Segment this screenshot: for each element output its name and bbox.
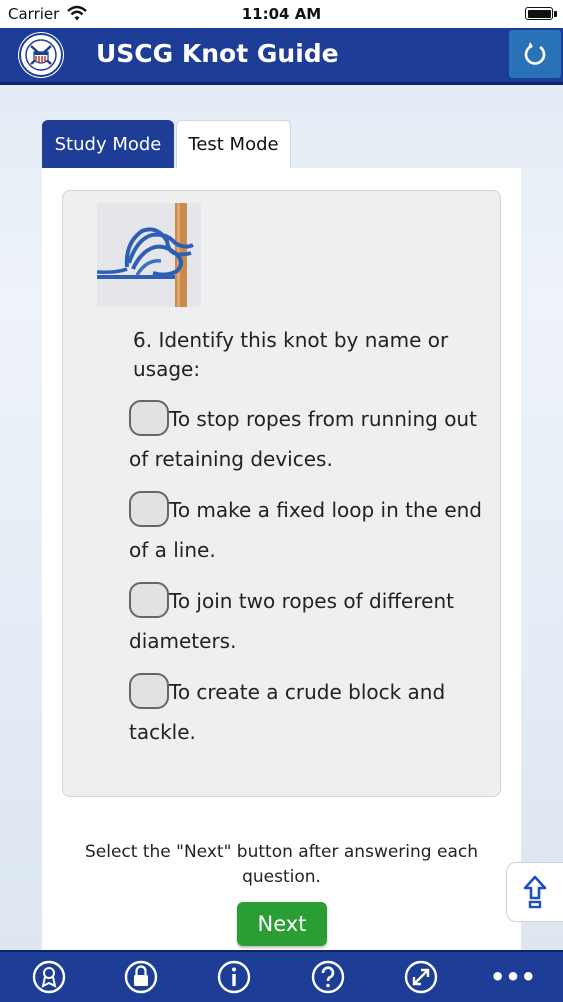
answer-checkbox[interactable] [129, 673, 169, 709]
question-card: 6. Identify this knot by name or usage: … [62, 190, 501, 797]
knot-image [96, 203, 201, 307]
answer-label: To create a crude block and tackle. [129, 680, 446, 744]
help-icon[interactable] [309, 958, 347, 996]
status-bar: Carrier 11:04 AM [0, 0, 563, 28]
info-icon[interactable] [215, 958, 253, 996]
answer-label: To make a fixed loop in the end of a lin… [129, 498, 482, 562]
answer-checkbox[interactable] [129, 400, 169, 436]
answer-option-3[interactable]: To join two ropes of different diameters… [129, 581, 489, 661]
answer-option-4[interactable]: To create a crude block and tackle. [129, 672, 489, 752]
answer-checkbox[interactable] [129, 491, 169, 527]
lock-icon[interactable] [122, 958, 160, 996]
refresh-button[interactable] [509, 30, 561, 78]
clock: 11:04 AM [241, 5, 322, 23]
answer-option-2[interactable]: To make a fixed loop in the end of a lin… [129, 490, 489, 570]
answer-label: To stop ropes from running out of retain… [129, 407, 477, 471]
uscg-seal-icon [18, 32, 64, 78]
refresh-icon [524, 42, 546, 65]
tab-study-mode[interactable]: Study Mode [42, 120, 174, 168]
answer-label: To join two ropes of different diameters… [129, 589, 454, 653]
app-header: USCG Knot Guide [0, 28, 563, 85]
tab-test-mode[interactable]: Test Mode [176, 120, 291, 168]
battery-icon [525, 7, 553, 20]
award-icon[interactable] [30, 958, 68, 996]
expand-icon[interactable] [402, 958, 440, 996]
answer-option-1[interactable]: To stop ropes from running out of retain… [129, 399, 489, 479]
instructions-text: Select the "Next" button after answering… [85, 842, 478, 887]
up-arrow-icon [523, 875, 547, 909]
next-button[interactable]: Next [237, 902, 327, 946]
answer-checkbox[interactable] [129, 582, 169, 618]
app-title: USCG Knot Guide [96, 39, 339, 68]
bottom-toolbar: ••• [0, 950, 563, 1002]
question-panel: 6. Identify this knot by name or usage: … [42, 168, 521, 1000]
scroll-to-top-button[interactable] [506, 862, 563, 922]
more-icon[interactable]: ••• [490, 958, 536, 996]
question-text: 6. Identify this knot by name or usage: [133, 328, 449, 381]
